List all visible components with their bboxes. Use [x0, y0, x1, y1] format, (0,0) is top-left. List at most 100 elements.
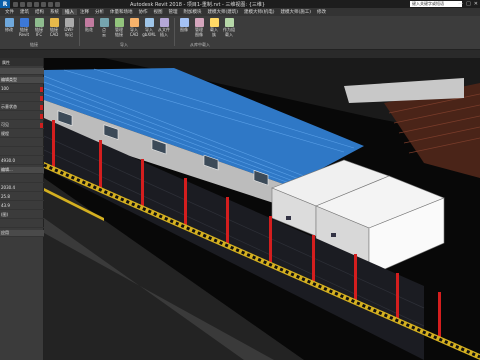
ribbon-button-label: 管理 图像 — [195, 27, 203, 37]
ribbon-button-3[interactable]: 链接 CAD — [47, 16, 61, 42]
measure-icon[interactable] — [48, 1, 53, 7]
panel-label-import: 导入 — [120, 42, 128, 47]
property-row[interactable] — [0, 68, 44, 75]
ribbon-button-label: 管理 链接 — [115, 27, 123, 37]
ribbon-button-label: 链接 IFC — [35, 27, 43, 37]
panel-label-link: 链接 — [30, 42, 38, 47]
ribbon-button-6[interactable]: 点 云 — [97, 16, 111, 42]
property-row — [0, 221, 44, 228]
ribbon-button-label: 点 云 — [102, 27, 106, 37]
ribbon-button-1[interactable]: 链接 Revit — [17, 16, 31, 42]
ribbon-button-label: 链接 CAD — [49, 27, 59, 37]
gbxml-icon — [144, 18, 154, 27]
image-icon — [179, 18, 189, 27]
import-cad-icon — [129, 18, 139, 27]
ribbon-button-2[interactable]: 链接 IFC — [32, 16, 46, 42]
insert-file-icon — [159, 18, 169, 27]
3d-model-view — [44, 58, 480, 360]
tab-2[interactable]: 结构 — [32, 9, 47, 15]
property-row: 4930.0 — [0, 158, 44, 165]
tab-15[interactable]: 修改 — [314, 9, 329, 15]
property-marker — [40, 114, 43, 119]
fence-post — [226, 197, 229, 245]
container-window — [331, 233, 336, 237]
app-logo[interactable]: R — [0, 0, 10, 8]
tab-1[interactable]: 建筑 — [17, 9, 32, 15]
ribbon-panel: 修改 链接 Revit 链接 IFC 链接 CAD DWF 标记 贴花点 云管理 链接 导入… — [0, 16, 480, 50]
tab-5[interactable]: 注释 — [77, 9, 92, 15]
link-revit-icon — [19, 18, 29, 27]
tab-13[interactable]: 建模大师(机电) — [241, 9, 278, 15]
property-row[interactable]: 应用 — [0, 230, 44, 237]
fence-post — [312, 235, 315, 283]
container-window — [286, 216, 291, 220]
ribbon-separator — [79, 18, 80, 46]
manage-links-icon — [114, 18, 124, 27]
fence-post — [141, 159, 144, 207]
property-row[interactable]: 编辑类型 — [0, 77, 44, 84]
save-icon[interactable] — [20, 1, 25, 7]
open-icon[interactable] — [13, 1, 18, 7]
ribbon-button-label: 导入 CAD — [129, 27, 139, 37]
property-marker — [40, 123, 43, 128]
tab-8[interactable]: 协作 — [136, 9, 151, 15]
panel-label-load-library: 从库中载入 — [190, 42, 210, 47]
fence-post — [438, 292, 441, 340]
minimize-button[interactable]: — — [458, 1, 463, 7]
property-row: 43.9 — [0, 203, 44, 210]
ribbon-button-label: 导入 gbXML — [142, 27, 156, 37]
quick-access-toolbar — [13, 1, 60, 7]
tab-6[interactable]: 分析 — [92, 9, 107, 15]
ribbon-button-13[interactable]: 载入 族 — [207, 16, 221, 42]
ribbon-button-label: 图像 — [180, 27, 188, 32]
tab-3[interactable]: 系统 — [47, 9, 62, 15]
tab-0[interactable]: 文件 — [2, 9, 17, 15]
ribbon-button-7[interactable]: 管理 链接 — [112, 16, 126, 42]
redo-icon[interactable] — [34, 1, 39, 7]
window-title: Autodesk Revit 2018 - 项目1-重制.rvt - 三维视图:… — [130, 2, 266, 8]
property-row — [0, 113, 44, 120]
tab-9[interactable]: 视图 — [151, 9, 166, 15]
ribbon-button-11[interactable]: 图像 — [177, 16, 191, 42]
ribbon-button-5[interactable]: 贴花 — [82, 16, 96, 42]
ribbon-button-8[interactable]: 导入 CAD — [127, 16, 141, 42]
ribbon-button-9[interactable]: 导入 gbXML — [142, 16, 156, 42]
3d-view-icon[interactable] — [55, 1, 60, 7]
ribbon-separator — [174, 18, 175, 46]
tab-7[interactable]: 体量和场地 — [107, 9, 136, 15]
tab-12[interactable]: 建模大师(建筑) — [205, 9, 242, 15]
print-icon[interactable] — [41, 1, 46, 7]
fence-post — [396, 273, 399, 321]
ribbon-button-14[interactable]: 作为组 载入 — [222, 16, 236, 42]
ribbon-button-label: 从文件 插入 — [158, 27, 170, 37]
manage-image-icon — [194, 18, 204, 27]
ribbon-button-label: 修改 — [5, 27, 13, 32]
property-row — [0, 95, 44, 102]
decal-icon — [84, 18, 94, 27]
property-row[interactable]: 编辑... — [0, 167, 44, 174]
ribbon-button-12[interactable]: 管理 图像 — [192, 16, 206, 42]
fence-post — [354, 254, 357, 302]
link-ifc-icon — [34, 18, 44, 27]
maximize-button[interactable]: □ — [466, 1, 471, 7]
property-row — [0, 176, 44, 183]
property-row — [0, 140, 44, 147]
link-cad-icon — [49, 18, 59, 27]
ribbon-button-label: 贴花 — [85, 27, 93, 32]
ribbon-button-4[interactable]: DWF 标记 — [62, 16, 76, 42]
tab-10[interactable]: 管理 — [166, 9, 181, 15]
property-row: 25.8 — [0, 194, 44, 201]
property-marker — [40, 96, 43, 101]
ribbon-button-10[interactable]: 从文件 插入 — [157, 16, 171, 42]
3d-viewport[interactable] — [44, 58, 480, 360]
tab-11[interactable]: 附加模块 — [181, 9, 205, 15]
ribbon-button-0[interactable]: 修改 — [2, 16, 16, 42]
tab-4[interactable]: 插入 — [62, 9, 77, 15]
properties-header: 属性 — [0, 58, 43, 66]
search-input[interactable]: 键入关键字或短语 — [410, 1, 462, 7]
close-button[interactable]: ✕ — [474, 1, 478, 7]
title-bar: R Autodesk Revit 2018 - 项目1-重制.rvt - 三维视… — [0, 0, 480, 8]
undo-icon[interactable] — [27, 1, 32, 7]
property-row: (图) — [0, 212, 44, 219]
tab-14[interactable]: 建模大师(施工) — [278, 9, 315, 15]
